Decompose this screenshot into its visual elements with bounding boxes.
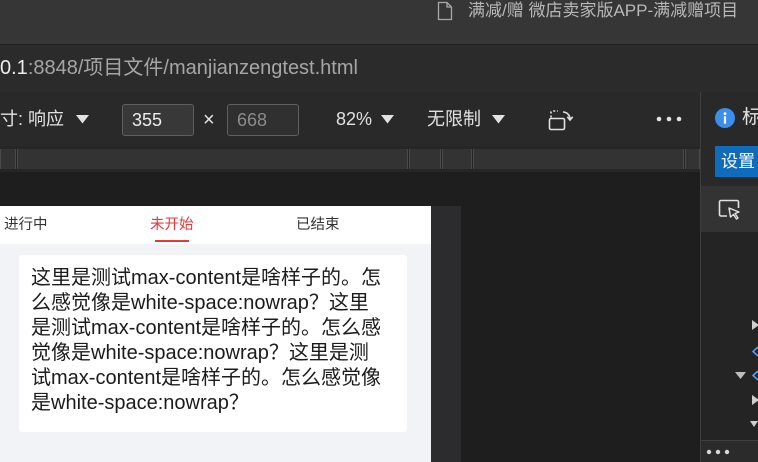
more-horizontal-icon[interactable]	[656, 116, 682, 122]
throttling-dropdown[interactable]: 无限制	[427, 108, 481, 130]
panel-toolbar	[701, 186, 758, 232]
url-text[interactable]: 0.1:8848/项目文件/manjianzengtest.html	[0, 45, 758, 91]
tag-bracket-icon	[752, 370, 758, 381]
window-title-bar: 满减/赠 微店卖家版APP-满减赠项目	[0, 0, 758, 44]
panel-heading: 标	[742, 107, 758, 128]
ruler-segment[interactable]	[0, 149, 16, 169]
content-card: 这里是测试max-content是啥样子的。怎 么感觉像是white-space…	[19, 255, 407, 432]
width-input[interactable]	[122, 104, 194, 136]
height-input[interactable]	[227, 104, 299, 136]
dom-tree	[701, 232, 758, 440]
caret-down-icon[interactable]	[381, 115, 394, 124]
url-path: :8848/项目文件/manjianzengtest.html	[27, 57, 358, 79]
viewport-resize-handle[interactable]	[431, 206, 461, 462]
more-horizontal-icon[interactable]	[706, 449, 732, 455]
active-tab-indicator	[155, 240, 189, 242]
ruler-segment[interactable]	[442, 149, 472, 169]
status-tab-bar: 进行中 未开始 已结束	[0, 206, 431, 244]
tag-bracket-icon	[752, 346, 758, 357]
device-toolbar: 寸: 响应 × 82% 无限制	[0, 92, 700, 146]
emulated-page: 进行中 未开始 已结束 这里是测试max-content是啥样子的。怎 么感觉像…	[0, 206, 431, 462]
ruler-segment[interactable]	[473, 149, 684, 169]
window-title: 满减/赠 微店卖家版APP-满减赠项目	[468, 1, 739, 20]
card-text-line: 是测试max-content是啥样子的。怎么感	[31, 317, 382, 339]
caret-down-icon[interactable]	[76, 115, 89, 124]
card-text-line: 么感觉像是white-space:nowrap？这里	[31, 292, 369, 314]
tab-not-started[interactable]: 未开始	[150, 216, 194, 234]
tab-in-progress[interactable]: 进行中	[4, 216, 48, 234]
rotate-icon[interactable]	[548, 109, 574, 131]
devtools-side-panel: 标 设置	[701, 92, 758, 462]
media-query-ruler	[0, 146, 700, 172]
collapse-arrow-icon[interactable]	[735, 372, 746, 380]
address-bar[interactable]: 0.1:8848/项目文件/manjianzengtest.html	[0, 44, 758, 92]
dimension-separator: ×	[203, 109, 215, 131]
ruler-segment[interactable]	[409, 149, 441, 169]
ruler-segment[interactable]	[17, 149, 408, 169]
info-icon[interactable]	[715, 108, 735, 128]
ruler-segment[interactable]	[685, 149, 700, 169]
tab-ended[interactable]: 已结束	[296, 216, 340, 234]
card-text-line: 是white-space:nowrap？	[31, 392, 249, 414]
card-text-line: 试max-content是啥样子的。怎么感觉像	[31, 367, 382, 389]
dimensions-dropdown[interactable]: 寸: 响应	[0, 108, 64, 130]
url-host: 0.1	[0, 57, 28, 79]
card-text-line: 觉像是white-space:nowrap？这里是测	[31, 342, 369, 364]
document-icon	[437, 1, 453, 21]
inspect-element-icon[interactable]	[718, 199, 742, 221]
card-text-line: 这里是测试max-content是啥样子的。怎	[31, 267, 382, 289]
panel-footer	[701, 440, 758, 462]
collapse-arrow-icon[interactable]	[750, 421, 758, 428]
settings-button[interactable]: 设置	[715, 146, 758, 177]
caret-down-icon[interactable]	[492, 115, 505, 124]
expand-arrow-icon[interactable]	[752, 320, 758, 330]
expand-arrow-icon[interactable]	[752, 395, 758, 405]
zoom-dropdown[interactable]: 82%	[336, 108, 372, 130]
